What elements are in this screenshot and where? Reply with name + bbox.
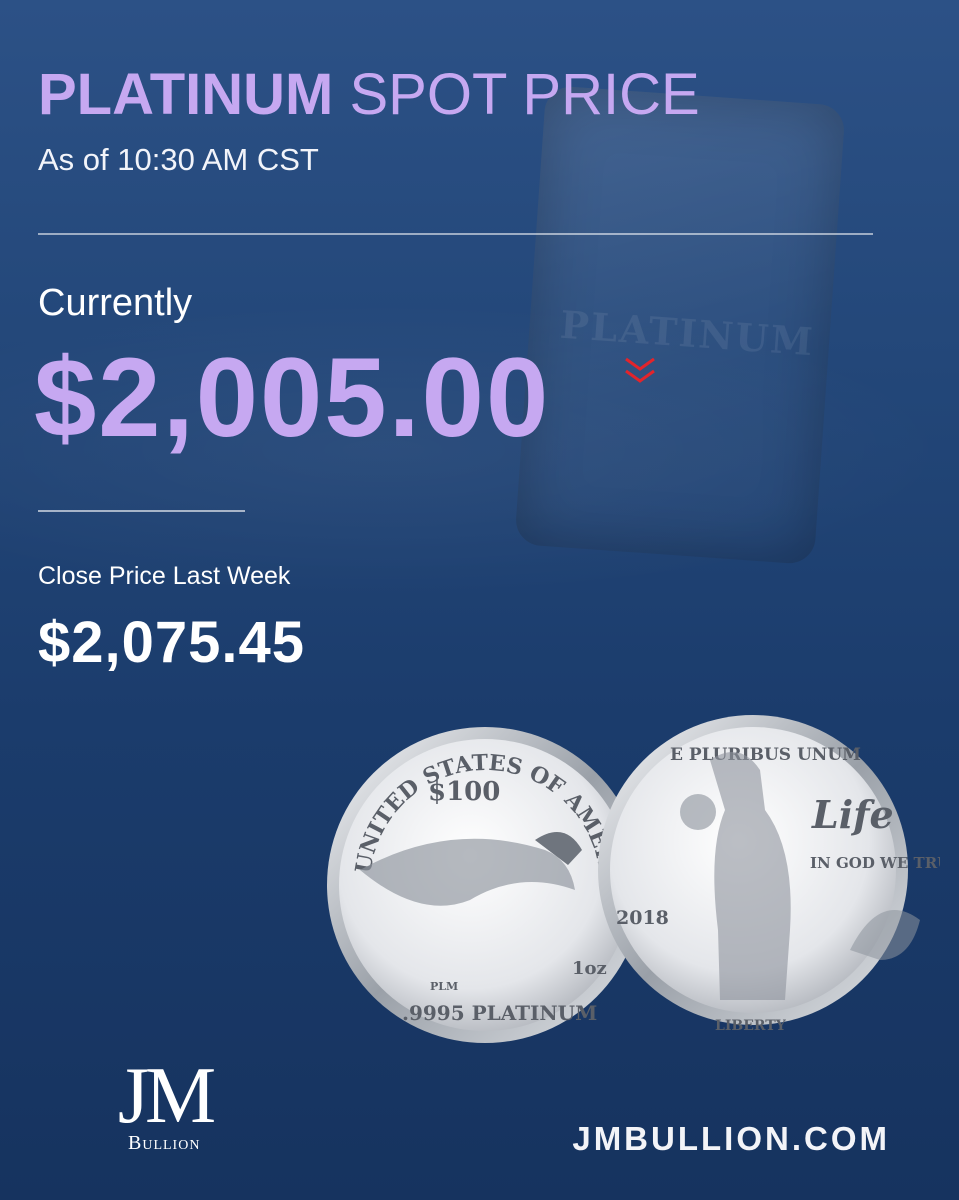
page-title: PLATINUM SPOT PRICE bbox=[38, 62, 700, 128]
title-suffix: SPOT PRICE bbox=[349, 62, 700, 127]
obverse-purity: .9995 PLATINUM bbox=[402, 1001, 597, 1025]
reverse-coin: E PLURIBUS UNUM Life IN GOD WE TRUST 201… bbox=[598, 715, 940, 1034]
reverse-bottom: LIBERTY bbox=[715, 1018, 787, 1034]
obverse-initials: PLM bbox=[430, 980, 458, 993]
last-week-label: Close Price Last Week bbox=[38, 562, 291, 590]
reverse-year: 2018 bbox=[616, 907, 669, 929]
reverse-motto: IN GOD WE TRUST bbox=[810, 854, 940, 872]
platinum-coins-image: UNITED STATES OF AMERICA $100 1oz PLM .9… bbox=[320, 700, 940, 1070]
title-metal: PLATINUM bbox=[38, 62, 334, 127]
logo-mark: JM bbox=[117, 1052, 216, 1140]
spot-price-card: { "header": { "title_strong": "PLATINUM"… bbox=[0, 0, 959, 1200]
jm-bullion-logo: JM Bullion bbox=[100, 1056, 230, 1156]
logo-word: Bullion bbox=[128, 1132, 201, 1154]
website-url: JMBULLION.COM bbox=[572, 1120, 890, 1157]
reverse-motto-top: E PLURIBUS UNUM bbox=[670, 745, 861, 765]
obverse-denomination: $100 bbox=[428, 777, 500, 807]
current-label: Currently bbox=[38, 282, 193, 324]
divider bbox=[38, 233, 873, 235]
timestamp: As of 10:30 AM CST bbox=[38, 142, 319, 177]
last-week-price: $2,075.45 bbox=[38, 610, 306, 675]
divider-short bbox=[38, 510, 245, 512]
double-chevron-down-icon bbox=[625, 357, 655, 383]
current-price: $2,005.00 bbox=[34, 335, 551, 460]
reverse-word: Life bbox=[811, 792, 894, 837]
obverse-weight: 1oz bbox=[572, 958, 607, 979]
obverse-coin: UNITED STATES OF AMERICA $100 1oz PLM .9… bbox=[320, 700, 643, 1043]
